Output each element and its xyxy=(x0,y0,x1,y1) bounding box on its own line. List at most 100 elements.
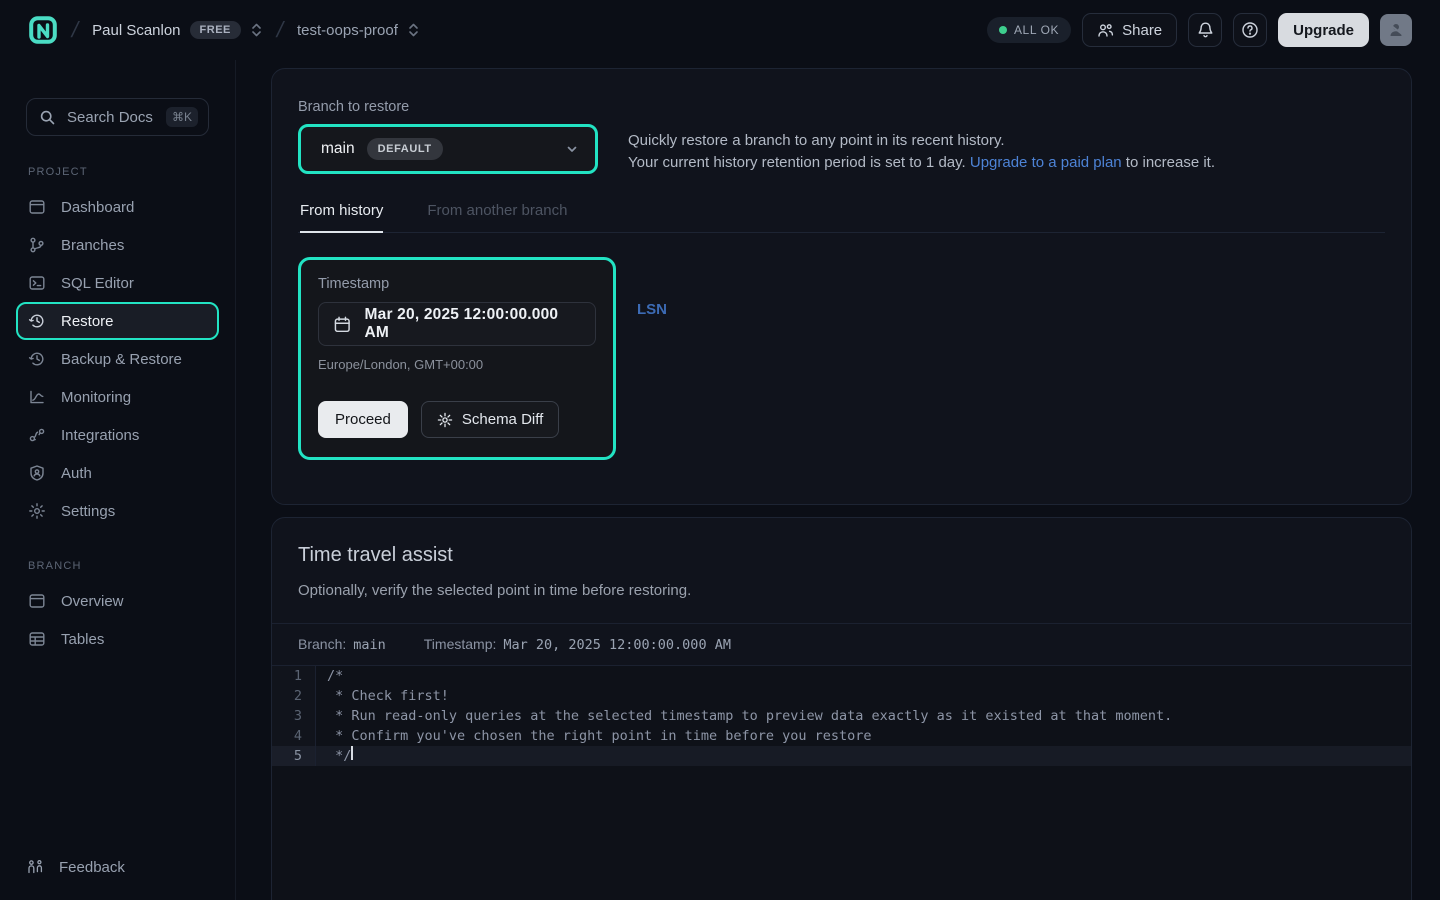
line-number: 3 xyxy=(272,706,316,726)
sidebar-item-auth[interactable]: Auth xyxy=(16,454,219,492)
feedback-people-icon xyxy=(26,858,45,876)
timestamp-label: Timestamp xyxy=(318,276,596,292)
status-dot-icon xyxy=(999,26,1007,34)
sidebar-item-branches[interactable]: Branches xyxy=(16,226,219,264)
bell-icon xyxy=(1197,21,1214,39)
time-travel-title: Time travel assist xyxy=(298,544,1383,567)
tab-from-another-branch[interactable]: From another branch xyxy=(427,202,567,232)
project-name: test-oops-proof xyxy=(297,22,398,39)
sidebar-item-label: Restore xyxy=(61,313,114,330)
schema-diff-icon xyxy=(437,412,453,428)
share-button[interactable]: Share xyxy=(1082,13,1177,47)
upgrade-label: Upgrade xyxy=(1293,22,1354,39)
org-selector[interactable]: Paul Scanlon FREE xyxy=(92,21,263,39)
sidebar-item-dashboard[interactable]: Dashboard xyxy=(16,188,219,226)
header-actions: ALL OK Share Upgrade xyxy=(987,13,1412,47)
line-number: 4 xyxy=(272,726,316,746)
feedback-button[interactable]: Feedback xyxy=(26,858,209,876)
sidebar-item-label: Settings xyxy=(61,503,115,520)
org-name: Paul Scanlon xyxy=(92,22,180,39)
description-line2-suffix: to increase it. xyxy=(1122,154,1215,171)
meta-branch: Branch: main xyxy=(298,636,386,653)
code-line: 1 /* xyxy=(272,666,1411,686)
code-line: 2 * Check first! xyxy=(272,686,1411,706)
sidebar-item-label: Dashboard xyxy=(61,199,134,216)
sidebar: Search Docs ⌘K PROJECT Dashboard Branche… xyxy=(0,60,236,900)
help-button[interactable] xyxy=(1233,13,1267,47)
search-icon xyxy=(39,109,56,126)
time-travel-panel: Time travel assist Optionally, verify th… xyxy=(271,517,1412,900)
search-shortcut: ⌘K xyxy=(166,107,198,127)
main-content: Branch to restore main DEFAULT Quickly r… xyxy=(236,60,1440,900)
sidebar-item-label: SQL Editor xyxy=(61,275,134,292)
sidebar-item-sql-editor[interactable]: SQL Editor xyxy=(16,264,219,302)
upgrade-button[interactable]: Upgrade xyxy=(1278,13,1369,47)
share-label: Share xyxy=(1122,22,1162,39)
line-number: 2 xyxy=(272,686,316,706)
tables-icon xyxy=(28,630,46,648)
sidebar-item-label: Integrations xyxy=(61,427,139,444)
timestamp-card: Timestamp Mar 20, 2025 12:00:00.000 AM E… xyxy=(298,257,616,460)
breadcrumb-separator: / xyxy=(69,17,81,43)
meta-branch-label: Branch: xyxy=(298,636,346,652)
plan-badge: FREE xyxy=(190,21,241,39)
avatar[interactable] xyxy=(1380,14,1412,46)
timestamp-picker[interactable]: Mar 20, 2025 12:00:00.000 AM xyxy=(318,302,596,346)
code-text: * Confirm you've chosen the right point … xyxy=(316,726,872,746)
branch-select-dropdown[interactable]: main DEFAULT xyxy=(298,124,598,174)
time-travel-meta: Branch: main Timestamp: Mar 20, 2025 12:… xyxy=(272,623,1411,666)
time-travel-subtitle: Optionally, verify the selected point in… xyxy=(298,582,1383,599)
sidebar-item-backup-restore[interactable]: Backup & Restore xyxy=(16,340,219,378)
restore-panel: Branch to restore main DEFAULT Quickly r… xyxy=(271,68,1412,505)
code-line-active: 5 */ xyxy=(272,746,1411,766)
restore-icon xyxy=(28,312,46,330)
sidebar-item-label: Monitoring xyxy=(61,389,131,406)
sidebar-item-settings[interactable]: Settings xyxy=(16,492,219,530)
avatar-person-slash-icon xyxy=(1387,21,1405,39)
text-cursor xyxy=(351,746,353,760)
settings-gear-icon xyxy=(28,502,46,520)
description-line2: Your current history retention period is… xyxy=(628,152,1215,174)
restore-tabs: From history From another branch xyxy=(298,202,1385,233)
dashboard-icon xyxy=(28,198,46,216)
restore-description: Quickly restore a branch to any point in… xyxy=(628,124,1215,174)
sidebar-item-tables[interactable]: Tables xyxy=(16,620,219,658)
sidebar-item-label: Backup & Restore xyxy=(61,351,182,368)
notifications-button[interactable] xyxy=(1188,13,1222,47)
sidebar-item-restore[interactable]: Restore xyxy=(16,302,219,340)
sql-editor-icon xyxy=(28,274,46,292)
branch-select-value: main xyxy=(321,140,355,158)
sidebar-item-integrations[interactable]: Integrations xyxy=(16,416,219,454)
chevron-updown-icon xyxy=(407,22,420,38)
line-number: 1 xyxy=(272,666,316,686)
schema-diff-button[interactable]: Schema Diff xyxy=(421,401,559,438)
section-label-branch: BRANCH xyxy=(28,560,209,572)
lsn-link[interactable]: LSN xyxy=(637,301,667,318)
meta-timestamp-value: Mar 20, 2025 12:00:00.000 AM xyxy=(503,637,731,653)
project-selector[interactable]: test-oops-proof xyxy=(297,22,420,39)
timezone-label: Europe/London, GMT+00:00 xyxy=(318,357,596,372)
sidebar-item-monitoring[interactable]: Monitoring xyxy=(16,378,219,416)
code-text: */ xyxy=(316,746,351,766)
sql-query-editor[interactable]: 1 /* 2 * Check first! 3 * Run read-only … xyxy=(272,666,1411,900)
search-docs-input[interactable]: Search Docs ⌘K xyxy=(26,98,209,136)
status-badge[interactable]: ALL OK xyxy=(987,17,1071,43)
backup-restore-icon xyxy=(28,350,46,368)
default-badge: DEFAULT xyxy=(367,138,443,160)
meta-timestamp-label: Timestamp: xyxy=(424,636,497,652)
schema-diff-label: Schema Diff xyxy=(462,411,543,428)
status-label: ALL OK xyxy=(1014,23,1059,37)
proceed-button[interactable]: Proceed xyxy=(318,401,408,438)
sidebar-item-overview[interactable]: Overview xyxy=(16,582,219,620)
neon-logo[interactable] xyxy=(28,15,58,45)
monitoring-icon xyxy=(28,388,46,406)
overview-icon xyxy=(28,592,46,610)
sidebar-item-label: Tables xyxy=(61,631,104,648)
help-icon xyxy=(1241,21,1259,39)
share-people-icon xyxy=(1097,22,1114,39)
auth-icon xyxy=(28,464,46,482)
branches-icon xyxy=(28,236,46,254)
search-label: Search Docs xyxy=(67,109,153,126)
upgrade-plan-link[interactable]: Upgrade to a paid plan xyxy=(970,154,1122,171)
tab-from-history[interactable]: From history xyxy=(300,202,383,232)
